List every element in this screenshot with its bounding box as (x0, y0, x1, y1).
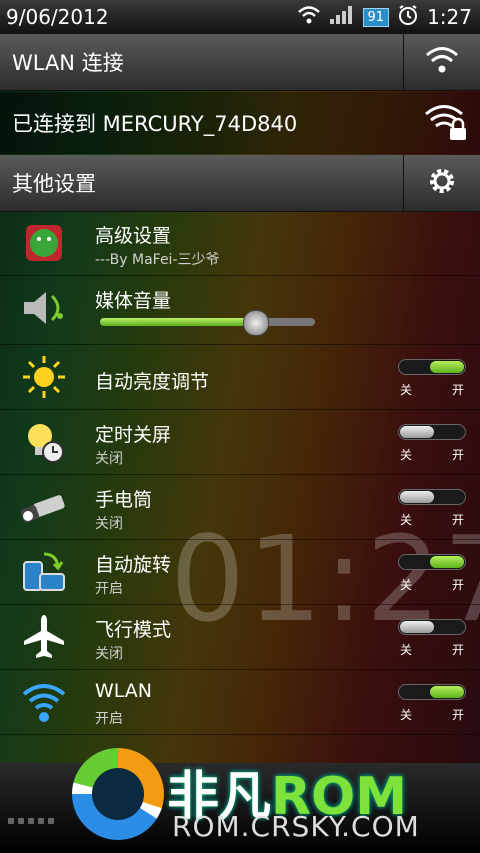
cell-signal-icon (329, 5, 355, 29)
toggle-track (398, 424, 466, 440)
bulb-clock-icon (14, 416, 74, 468)
wifi-icon (14, 676, 74, 728)
settings-button[interactable] (403, 155, 480, 211)
app-drawer-button[interactable] (8, 818, 54, 824)
airplane-mode-row[interactable]: 飞行模式 关闭 关开 (0, 605, 480, 670)
dot-icon (38, 818, 44, 824)
media-volume-thumb[interactable] (242, 310, 269, 336)
toggle-on-label: 开 (451, 708, 464, 722)
toggle-track (398, 619, 466, 635)
dot-icon (28, 818, 34, 824)
screen-timer-label: 定时关屏 (95, 424, 172, 446)
auto-rotate-row[interactable]: 自动旋转 开启 关开 (0, 540, 480, 605)
toggle-off-label: 关 (400, 708, 413, 722)
advanced-settings-label: 高级设置 (95, 225, 172, 247)
toggle-knob (400, 426, 434, 438)
media-volume-label: 媒体音量 (95, 290, 172, 312)
auto-rotate-sub: 开启 (95, 581, 123, 597)
flashlight-row[interactable]: 手电筒 关闭 关开 (0, 475, 480, 540)
toggle-knob (400, 621, 434, 633)
media-volume-row: 媒体音量 (0, 276, 480, 345)
gear-icon (426, 165, 458, 201)
wlan-connect-header[interactable]: WLAN 连接 (0, 34, 480, 91)
wlan-sub: 开启 (95, 711, 123, 727)
media-volume-fill (100, 318, 255, 326)
toggle-on-label: 开 (451, 578, 464, 592)
android-icon (14, 217, 74, 269)
toggle-off-label: 关 (400, 513, 413, 527)
flashlight-toggle[interactable]: 关开 (398, 489, 466, 528)
status-bar: 9/06/2012 91 1:27 (0, 0, 480, 34)
toggle-track (398, 359, 466, 375)
status-date: 9/06/2012 (6, 5, 109, 29)
toggle-track (398, 489, 466, 505)
flashlight-sub: 关闭 (95, 516, 123, 532)
auto-rotate-toggle[interactable]: 关开 (398, 554, 466, 593)
wlan-toggle[interactable]: 关开 (398, 684, 466, 723)
watermark-url: ROM.CRSKY.COM (172, 810, 420, 843)
airplane-mode-sub: 关闭 (95, 646, 123, 662)
flashlight-icon (14, 481, 74, 533)
airplane-mode-label: 飞行模式 (95, 619, 172, 641)
media-volume-slider[interactable] (100, 310, 315, 336)
wlan-connect-title: WLAN 连接 (12, 51, 124, 75)
auto-brightness-toggle[interactable]: 关开 (398, 359, 466, 398)
dot-icon (8, 818, 14, 824)
toggle-knob (400, 491, 434, 503)
battery-indicator: 91 (362, 7, 390, 27)
advanced-settings-sub: ---By MaFei-三少爷 (95, 252, 220, 268)
dot-icon (18, 818, 24, 824)
watermark-ring-icon (72, 748, 164, 840)
other-settings-header[interactable]: 其他设置 (0, 155, 480, 212)
screen-timer-sub: 关闭 (95, 451, 123, 467)
wifi-signal-icon (297, 5, 321, 29)
alarm-icon (397, 4, 419, 30)
toggle-knob (430, 686, 464, 698)
connected-network-row[interactable]: 已连接到 MERCURY_74D840 (0, 92, 480, 154)
toggle-on-label: 开 (451, 513, 464, 527)
screen-timer-row[interactable]: 定时关屏 关闭 关开 (0, 410, 480, 475)
toggle-knob (430, 361, 464, 373)
toggle-off-label: 关 (400, 578, 413, 592)
speaker-icon (14, 282, 74, 334)
wlan-label: WLAN (95, 680, 153, 702)
advanced-settings-row[interactable]: 高级设置 ---By MaFei-三少爷 (0, 211, 480, 276)
wifi-lock-icon (424, 102, 468, 146)
settings-list: 高级设置 ---By MaFei-三少爷 媒体音量 自动亮度调节 关开 定时关屏… (0, 211, 480, 735)
screen-timer-toggle[interactable]: 关开 (398, 424, 466, 463)
auto-brightness-label: 自动亮度调节 (95, 371, 210, 393)
airplane-mode-toggle[interactable]: 关开 (398, 619, 466, 658)
auto-rotate-label: 自动旋转 (95, 554, 172, 576)
status-time: 1:27 (427, 5, 472, 29)
toggle-off-label: 关 (400, 448, 413, 462)
toggle-knob (430, 556, 464, 568)
dot-icon (48, 818, 54, 824)
wlan-row[interactable]: WLAN 开启 关开 (0, 670, 480, 735)
toggle-on-label: 开 (451, 448, 464, 462)
toggle-off-label: 关 (400, 383, 413, 397)
toggle-on-label: 开 (451, 643, 464, 657)
watermark-logo: 非凡ROM ROM.CRSKY.COM (72, 748, 472, 848)
toggle-on-label: 开 (451, 383, 464, 397)
toggle-off-label: 关 (400, 643, 413, 657)
connected-network-label: 已连接到 MERCURY_74D840 (12, 112, 298, 136)
airplane-icon (14, 611, 74, 663)
auto-brightness-row[interactable]: 自动亮度调节 关开 (0, 345, 480, 410)
toggle-track (398, 554, 466, 570)
flashlight-label: 手电筒 (95, 489, 153, 511)
other-settings-title: 其他设置 (12, 172, 96, 196)
wifi-icon (424, 45, 460, 79)
wlan-button[interactable] (403, 34, 480, 90)
rotate-icon (14, 546, 74, 598)
sun-icon (14, 351, 74, 403)
toggle-track (398, 684, 466, 700)
